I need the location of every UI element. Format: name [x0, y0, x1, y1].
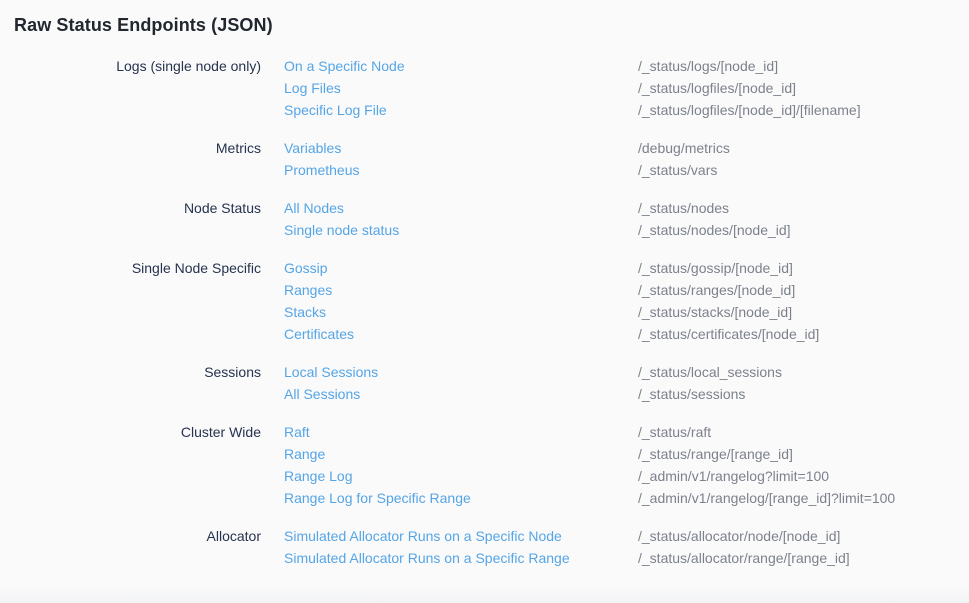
endpoint-path: /_status/raft [638, 421, 969, 443]
endpoint-path: /_status/nodes [638, 197, 969, 219]
endpoint-row: Simulated Allocator Runs on a Specific N… [284, 525, 969, 547]
endpoint-row: Certificates /_status/certificates/[node… [284, 323, 969, 345]
endpoint-path: /_status/logfiles/[node_id] [638, 77, 969, 99]
endpoint-path: /_admin/v1/rangelog?limit=100 [638, 465, 969, 487]
endpoint-rows: Local Sessions /_status/local_sessions A… [284, 361, 969, 405]
endpoint-row: Range /_status/range/[range_id] [284, 443, 969, 465]
raw-status-endpoints-page: Raw Status Endpoints (JSON) Logs (single… [0, 12, 969, 603]
category-label: Metrics [0, 137, 261, 159]
endpoint-link[interactable]: Range Log [284, 465, 638, 487]
endpoint-rows: Raft /_status/raft Range /_status/range/… [284, 421, 969, 509]
category-label: Logs (single node only) [0, 55, 261, 77]
endpoint-path: /debug/metrics [638, 137, 969, 159]
category-label: Cluster Wide [0, 421, 261, 443]
endpoint-path: /_status/ranges/[node_id] [638, 279, 969, 301]
endpoint-row: Gossip /_status/gossip/[node_id] [284, 257, 969, 279]
endpoint-path: /_status/sessions [638, 383, 969, 405]
endpoint-path: /_status/logfiles/[node_id]/[filename] [638, 99, 969, 121]
endpoint-section: Node Status All Nodes /_status/nodes Sin… [0, 197, 969, 241]
endpoint-link[interactable]: Raft [284, 421, 638, 443]
endpoint-row: Single node status /_status/nodes/[node_… [284, 219, 969, 241]
endpoint-section: Sessions Local Sessions /_status/local_s… [0, 361, 969, 405]
endpoint-section: Metrics Variables /debug/metrics Prometh… [0, 137, 969, 181]
endpoint-row: Simulated Allocator Runs on a Specific R… [284, 547, 969, 569]
category-label: Node Status [0, 197, 261, 219]
endpoint-link[interactable]: Range Log for Specific Range [284, 487, 638, 509]
endpoint-path: /_status/nodes/[node_id] [638, 219, 969, 241]
endpoint-link[interactable]: Gossip [284, 257, 638, 279]
endpoint-path: /_status/allocator/range/[range_id] [638, 547, 969, 569]
endpoint-link[interactable]: Ranges [284, 279, 638, 301]
endpoint-rows: On a Specific Node /_status/logs/[node_i… [284, 55, 969, 121]
endpoint-path: /_status/gossip/[node_id] [638, 257, 969, 279]
endpoint-row: Local Sessions /_status/local_sessions [284, 361, 969, 383]
endpoint-rows: Gossip /_status/gossip/[node_id] Ranges … [284, 257, 969, 345]
endpoint-path: /_status/certificates/[node_id] [638, 323, 969, 345]
endpoint-link[interactable]: All Sessions [284, 383, 638, 405]
endpoint-path: /_status/allocator/node/[node_id] [638, 525, 969, 547]
endpoint-row: Specific Log File /_status/logfiles/[nod… [284, 99, 969, 121]
endpoint-section: Allocator Simulated Allocator Runs on a … [0, 525, 969, 569]
endpoint-sections: Logs (single node only) On a Specific No… [0, 55, 969, 569]
endpoint-row: Range Log /_admin/v1/rangelog?limit=100 [284, 465, 969, 487]
endpoint-link[interactable]: Simulated Allocator Runs on a Specific R… [284, 547, 638, 569]
endpoint-link[interactable]: On a Specific Node [284, 55, 638, 77]
endpoint-link[interactable]: Variables [284, 137, 638, 159]
category-label: Sessions [0, 361, 261, 383]
endpoint-link[interactable]: Prometheus [284, 159, 638, 181]
endpoint-row: Variables /debug/metrics [284, 137, 969, 159]
endpoint-row: Raft /_status/raft [284, 421, 969, 443]
endpoint-row: Log Files /_status/logfiles/[node_id] [284, 77, 969, 99]
endpoint-path: /_status/range/[range_id] [638, 443, 969, 465]
endpoint-link[interactable]: Range [284, 443, 638, 465]
endpoint-link[interactable]: Specific Log File [284, 99, 638, 121]
category-label: Allocator [0, 525, 261, 547]
endpoint-rows: Variables /debug/metrics Prometheus /_st… [284, 137, 969, 181]
category-label: Single Node Specific [0, 257, 261, 279]
footer-band [0, 587, 969, 603]
endpoint-path: /_status/stacks/[node_id] [638, 301, 969, 323]
endpoint-row: Stacks /_status/stacks/[node_id] [284, 301, 969, 323]
endpoint-link[interactable]: Local Sessions [284, 361, 638, 383]
endpoint-row: All Sessions /_status/sessions [284, 383, 969, 405]
endpoint-link[interactable]: All Nodes [284, 197, 638, 219]
page-title: Raw Status Endpoints (JSON) [14, 12, 969, 38]
endpoint-row: Range Log for Specific Range /_admin/v1/… [284, 487, 969, 509]
endpoint-rows: All Nodes /_status/nodes Single node sta… [284, 197, 969, 241]
endpoint-link[interactable]: Simulated Allocator Runs on a Specific N… [284, 525, 638, 547]
endpoint-path: /_status/local_sessions [638, 361, 969, 383]
endpoint-section: Single Node Specific Gossip /_status/gos… [0, 257, 969, 345]
endpoint-link[interactable]: Log Files [284, 77, 638, 99]
endpoint-link[interactable]: Single node status [284, 219, 638, 241]
endpoint-section: Cluster Wide Raft /_status/raft Range /_… [0, 421, 969, 509]
endpoint-path: /_status/vars [638, 159, 969, 181]
endpoint-rows: Simulated Allocator Runs on a Specific N… [284, 525, 969, 569]
endpoint-row: Prometheus /_status/vars [284, 159, 969, 181]
endpoint-path: /_status/logs/[node_id] [638, 55, 969, 77]
endpoint-row: On a Specific Node /_status/logs/[node_i… [284, 55, 969, 77]
endpoint-link[interactable]: Stacks [284, 301, 638, 323]
endpoint-section: Logs (single node only) On a Specific No… [0, 55, 969, 121]
endpoint-row: Ranges /_status/ranges/[node_id] [284, 279, 969, 301]
endpoint-row: All Nodes /_status/nodes [284, 197, 969, 219]
endpoint-path: /_admin/v1/rangelog/[range_id]?limit=100 [638, 487, 969, 509]
endpoint-link[interactable]: Certificates [284, 323, 638, 345]
